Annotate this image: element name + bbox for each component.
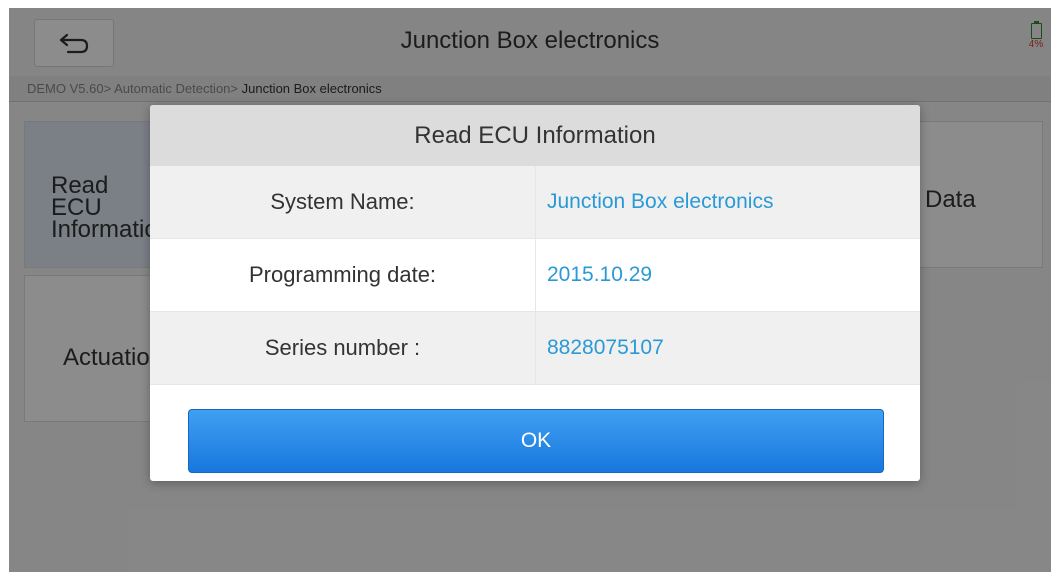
- ecu-info-dialog: Read ECU Information System Name: Juncti…: [150, 105, 920, 481]
- ok-button[interactable]: OK: [188, 409, 884, 473]
- info-value: Junction Box electronics: [547, 190, 774, 213]
- dialog-title: Read ECU Information: [150, 105, 920, 166]
- info-row: Series number : 8828075107: [150, 312, 920, 385]
- info-value: 2015.10.29: [547, 263, 653, 286]
- info-label: Series number :: [150, 312, 536, 384]
- info-value: 8828075107: [547, 336, 664, 359]
- app-screen: Junction Box electronics 4% DEMO V5.60> …: [9, 8, 1051, 572]
- info-row: Programming date: 2015.10.29: [150, 239, 920, 312]
- info-label: System Name:: [150, 166, 536, 238]
- info-row: System Name: Junction Box electronics: [150, 166, 920, 239]
- info-label: Programming date:: [150, 239, 536, 311]
- info-table: System Name: Junction Box electronics Pr…: [150, 166, 920, 385]
